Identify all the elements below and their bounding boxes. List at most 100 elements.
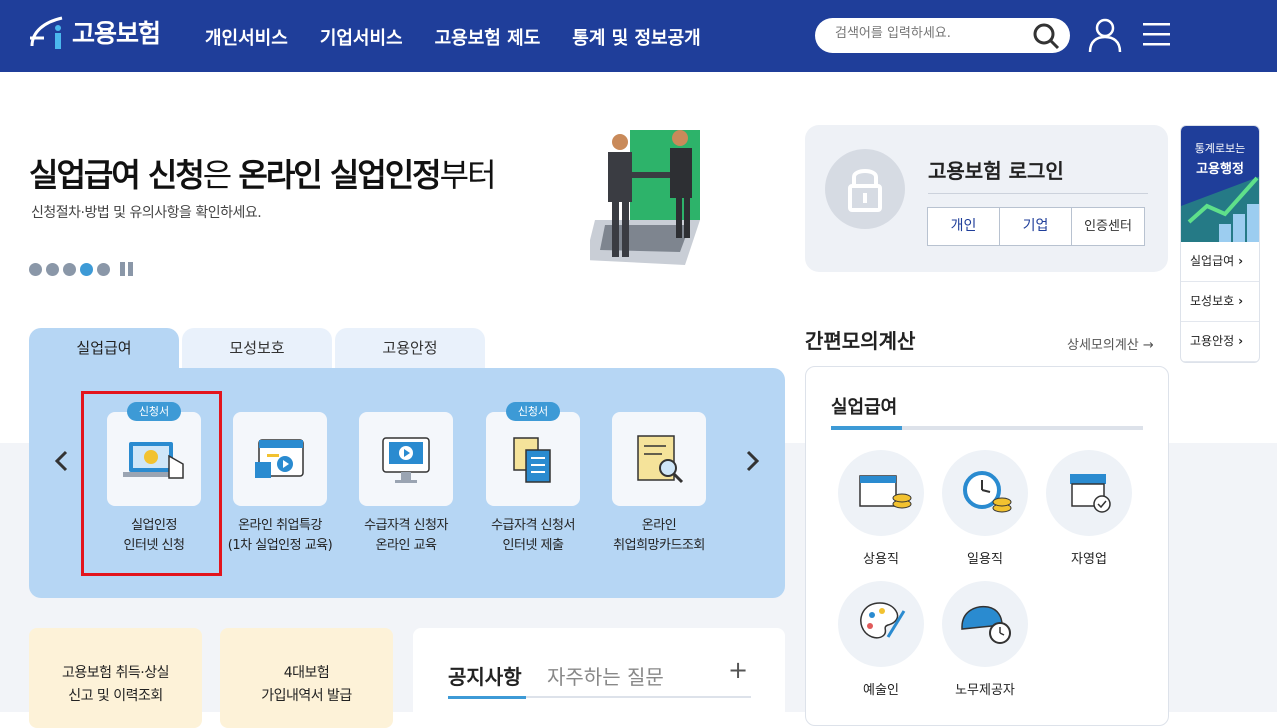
login-title: 고용보험 로그인	[928, 159, 1064, 183]
palette-icon	[838, 581, 924, 667]
clock-coins-icon	[942, 450, 1028, 536]
slide-dot-active[interactable]	[80, 262, 93, 276]
helmet-clock-icon	[942, 581, 1028, 667]
calc-item-label: 상용직	[863, 552, 899, 567]
plus-icon[interactable]: +	[728, 656, 748, 684]
quick-link-insurance-certificate[interactable]: 4대보험 가입내역서 발급	[220, 628, 393, 728]
tab-unemployment[interactable]: 실업급여	[29, 328, 179, 368]
notice-panel: 공지사항 자주하는 질문 +	[413, 628, 785, 728]
calc-item-label: 자영업	[1071, 552, 1107, 567]
tab-maternity[interactable]: 모성보호	[182, 328, 332, 368]
login-panel: 고용보험 로그인 개인 기업 인증센터	[805, 125, 1168, 272]
hero-title-part-2: 은	[202, 156, 239, 194]
arrow-right-icon: →	[1142, 338, 1154, 353]
statistics-panel: 통계로보는 고용행정 실업급여 › 모성보호 › 고용안정 ›	[1180, 125, 1260, 363]
chevron-right-icon: ›	[1238, 334, 1244, 348]
highlight-frame	[81, 391, 222, 576]
login-buttons: 개인 기업 인증센터	[927, 207, 1145, 246]
service-item-job-card-lookup[interactable]: 온라인 취업희망카드조회	[594, 412, 724, 556]
login-business-button[interactable]: 기업	[999, 207, 1072, 246]
quick-link-label: 4대보험 가입내역서 발급	[261, 665, 352, 704]
service-item-online-lecture[interactable]: 온라인 취업특강 (1차 실업인정 교육)	[215, 412, 345, 556]
notice-tab-bar	[448, 696, 751, 699]
service-label: 수급자격 신청서 인터넷 제출	[491, 518, 575, 553]
logo-mark-icon	[28, 12, 66, 52]
calc-item-label: 예술인	[863, 683, 899, 698]
chevron-left-icon[interactable]	[52, 450, 72, 472]
slider-indicator	[29, 262, 133, 276]
calc-item-self-employed[interactable]: 자영업	[1044, 450, 1134, 567]
stat-link-maternity[interactable]: 모성보호 ›	[1181, 282, 1259, 322]
documents-icon	[513, 437, 551, 483]
service-card: 신청서	[486, 402, 580, 506]
detailed-calculator-link[interactable]: 상세모의계산 →	[1067, 334, 1154, 353]
tab-employment-stability[interactable]: 고용안정	[335, 328, 485, 368]
store-icon	[1046, 450, 1132, 536]
slide-dot[interactable]	[63, 262, 76, 276]
quick-link-acquisition-report[interactable]: 고용보험 취득·상실 신고 및 이력조회	[29, 628, 202, 728]
calculator-tab-bar	[831, 426, 1143, 430]
logo[interactable]: 고용보험	[28, 12, 161, 52]
chevron-right-icon: ›	[1238, 254, 1244, 268]
hero-subtitle: 신청절차·방법 및 유의사항을 확인하세요.	[31, 205, 262, 221]
service-label: 온라인 취업특강 (1차 실업인정 교육)	[227, 518, 333, 553]
application-badge: 신청서	[506, 402, 560, 421]
login-divider	[928, 193, 1148, 194]
service-card	[359, 412, 453, 506]
certificate-center-button[interactable]: 인증센터	[1071, 207, 1145, 246]
stat-link-stability[interactable]: 고용안정 ›	[1181, 322, 1259, 362]
lock-icon	[825, 149, 905, 229]
nav-personal[interactable]: 개인서비스	[205, 24, 288, 50]
service-label: 온라인 취업희망카드조회	[613, 518, 705, 553]
chevron-right-icon[interactable]	[742, 450, 762, 472]
calc-item-labor-provider[interactable]: 노무제공자	[940, 581, 1030, 698]
service-card	[233, 412, 327, 506]
slide-dot[interactable]	[97, 262, 110, 276]
service-item-eligibility-application[interactable]: 신청서 수급자격 신청서 인터넷 제출	[468, 402, 598, 556]
service-tabs: 실업급여 모성보호 고용안정	[29, 328, 485, 368]
slide-dot[interactable]	[29, 262, 42, 276]
login-personal-button[interactable]: 개인	[927, 207, 1000, 246]
search-input[interactable]	[835, 26, 1025, 41]
calculator-head: 실업급여	[831, 397, 898, 418]
stat-link-label: 고용안정	[1190, 334, 1235, 348]
tab-faq[interactable]: 자주하는 질문	[547, 661, 664, 690]
calc-item-label: 노무제공자	[955, 683, 1015, 698]
service-item-applicant-education[interactable]: 수급자격 신청자 온라인 교육	[341, 412, 471, 556]
header: 고용보험 개인서비스 기업서비스 고용보험 제도 통계 및 정보공개	[0, 0, 1277, 72]
calculator-title: 간편모의계산	[805, 329, 916, 353]
document-search-icon	[637, 435, 684, 484]
service-card	[612, 412, 706, 506]
stat-link-label: 실업급여	[1190, 254, 1235, 268]
hero-title-part-1: 실업급여 신청	[29, 156, 205, 194]
nav-business[interactable]: 기업서비스	[320, 24, 403, 50]
monitor-play-icon	[382, 437, 430, 483]
stat-link-unemployment[interactable]: 실업급여 ›	[1181, 242, 1259, 282]
stat-link-label: 모성보호	[1190, 294, 1235, 308]
calc-item-artist[interactable]: 예술인	[836, 581, 926, 698]
hero-title-part-3: 온라인 실업인정	[238, 156, 441, 194]
search-icon[interactable]	[1032, 22, 1060, 54]
calendar-coins-icon	[838, 450, 924, 536]
logo-text: 고용보험	[72, 19, 161, 48]
handshake-laptop-illustration	[585, 120, 710, 274]
nav-statistics[interactable]: 통계 및 정보공개	[572, 24, 700, 50]
nav-insurance-system[interactable]: 고용보험 제도	[435, 24, 541, 50]
tab-notice[interactable]: 공지사항	[448, 661, 522, 690]
user-icon[interactable]	[1088, 17, 1122, 57]
service-label: 수급자격 신청자 온라인 교육	[364, 518, 448, 553]
chevron-right-icon: ›	[1238, 294, 1244, 308]
hero-title-part-4: 부터	[439, 156, 497, 194]
calc-item-regular[interactable]: 상용직	[836, 450, 926, 567]
calculator-panel: 실업급여 상용직 일용직 자영업 예술인 노무제공자	[805, 366, 1169, 726]
hero-title: 실업급여 신청은 온라인 실업인정부터	[29, 150, 497, 196]
main-nav: 개인서비스 기업서비스 고용보험 제도 통계 및 정보공개	[205, 24, 701, 50]
calc-item-daily[interactable]: 일용직	[940, 450, 1030, 567]
statistics-banner[interactable]: 통계로보는 고용행정	[1181, 126, 1259, 242]
menu-icon[interactable]	[1143, 22, 1170, 50]
slide-dot[interactable]	[46, 262, 59, 276]
quick-link-label: 고용보험 취득·상실 신고 및 이력조회	[62, 665, 169, 704]
pause-icon[interactable]	[120, 262, 133, 276]
calc-item-label: 일용직	[967, 552, 1003, 567]
video-window-icon	[255, 439, 304, 478]
